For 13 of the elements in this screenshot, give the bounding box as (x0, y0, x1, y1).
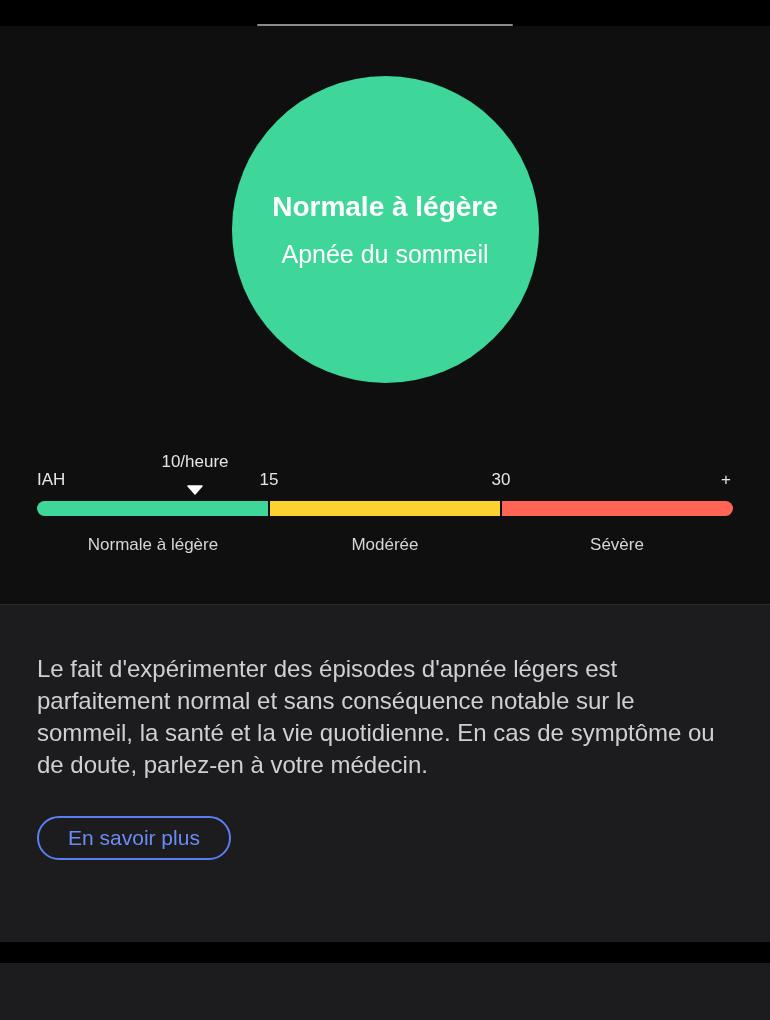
segment-label: Normale à légère (87, 534, 219, 556)
segment-label: Modérée (351, 534, 419, 556)
grabber-handle[interactable] (257, 24, 513, 26)
segment-label: Sévère (590, 534, 644, 556)
tick-label: 30 (491, 469, 511, 491)
value-label: 10/heure (161, 451, 229, 473)
tick-label: 15 (259, 469, 279, 491)
axis-label: IAH (37, 469, 66, 491)
description-text: Le fait d'expérimenter des épisodes d'apnée légers est parfaitement normal et sans conséquence notable sur le sommeil, la santé et la vie quotidienne. En cas de symptôme ou de doute, parlez-en à votre médecin. (37, 654, 716, 780)
result-title: Normale à légère (272, 189, 498, 224)
end-label: + (721, 469, 731, 491)
learn-more-button[interactable]: En savoir plus (37, 816, 231, 860)
result-subtitle: Apnée du sommeil (281, 238, 489, 270)
